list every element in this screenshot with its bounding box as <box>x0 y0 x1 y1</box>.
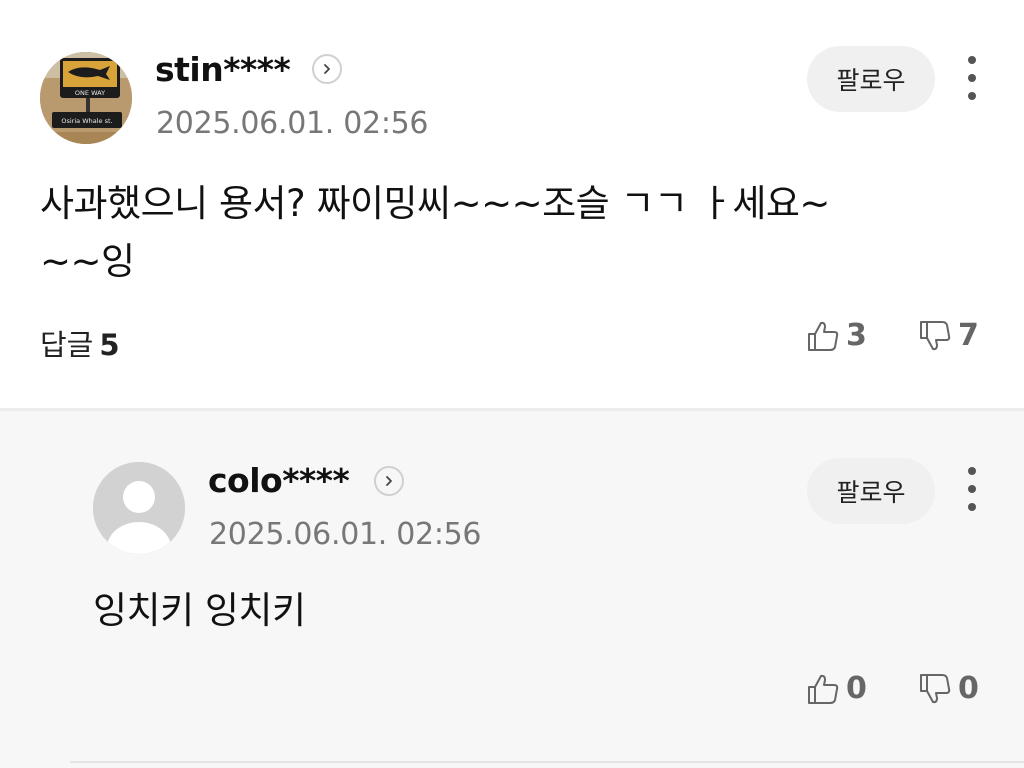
username[interactable]: stin**** <box>155 50 291 89</box>
avatar-sign-top: ONE WAY <box>75 89 105 97</box>
dislike-count: 7 <box>958 318 979 353</box>
dislike-count: 0 <box>958 671 979 706</box>
dislike-button[interactable]: 7 <box>918 318 979 353</box>
replies-label: 답글 <box>40 328 94 362</box>
timestamp: 2025.06.01. 02:56 <box>209 517 482 552</box>
like-count: 0 <box>846 671 867 706</box>
username[interactable]: colo**** <box>208 461 350 500</box>
comment-text: 잉치키 잉치키 <box>93 589 306 632</box>
comment-text: 사과했으니 용서? 짜이밍씨~~~조슬 ㄱㄱ ㅏ세요~ ~~잉 <box>40 175 830 291</box>
timestamp: 2025.06.01. 02:56 <box>156 106 429 141</box>
default-avatar-icon <box>93 462 185 554</box>
like-button[interactable]: 3 <box>806 318 867 353</box>
thumbs-up-icon <box>808 321 839 351</box>
dislike-button[interactable]: 0 <box>918 671 979 706</box>
chevron-right-icon <box>324 64 330 74</box>
like-count: 3 <box>846 318 867 353</box>
profile-arrow-button[interactable] <box>374 466 404 496</box>
divider <box>70 761 1024 763</box>
replies-button[interactable]: 답글 5 <box>40 322 120 364</box>
avatar-photo: ONE WAY Osiria Whale st. <box>40 52 132 144</box>
comment-text-line: ~~잉 <box>40 240 135 283</box>
profile-arrow-button[interactable] <box>312 54 342 84</box>
more-options-icon[interactable] <box>960 467 984 511</box>
comment-text-line: 사과했으니 용서? 짜이밍씨~~~조슬 ㄱㄱ ㅏ세요~ <box>40 182 830 225</box>
main-comment: ONE WAY Osiria Whale st. stin**** 2025.0… <box>0 0 1024 408</box>
follow-button[interactable]: 팔로우 <box>807 458 935 524</box>
follow-button[interactable]: 팔로우 <box>807 46 935 112</box>
avatar[interactable]: ONE WAY Osiria Whale st. <box>40 52 132 144</box>
avatar[interactable] <box>93 462 185 554</box>
thumbs-down-icon <box>920 320 951 350</box>
avatar-sign-bottom: Osiria Whale st. <box>61 117 112 125</box>
thumbs-up-icon <box>808 674 839 704</box>
chevron-right-icon <box>386 476 392 486</box>
thumbs-down-icon <box>920 673 951 703</box>
like-button[interactable]: 0 <box>806 671 867 706</box>
more-options-icon[interactable] <box>960 56 984 100</box>
replies-count: 5 <box>99 328 120 362</box>
